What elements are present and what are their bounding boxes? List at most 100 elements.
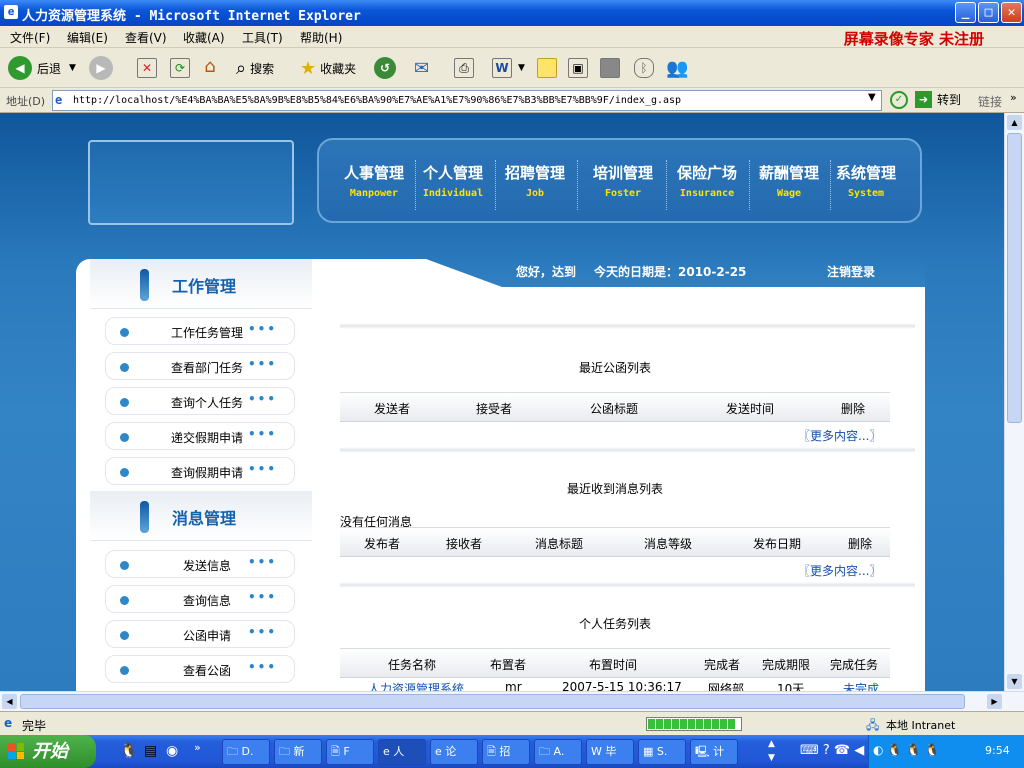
taskbar-button[interactable]: e 论 <box>430 739 478 765</box>
taskbar-button[interactable]: 🗀 新 <box>274 739 322 765</box>
address-dropdown-icon[interactable]: ▼ <box>868 92 876 103</box>
taskbar-button[interactable]: W 毕 <box>586 739 634 765</box>
nav-label: 系统管理 <box>835 164 896 182</box>
taskbar-button[interactable]: 🗀 A. <box>534 739 582 765</box>
back-label: 后退 <box>37 61 62 76</box>
scroll-up-icon[interactable]: ▲ <box>1007 115 1022 130</box>
favorites-button[interactable]: ★ 收藏夹 <box>300 56 356 80</box>
note-button[interactable] <box>537 56 557 80</box>
sidebar-item-personal-tasks[interactable]: 查询个人任务 ••• <box>105 387 295 415</box>
taskbar-button-active[interactable]: e 人 <box>378 739 426 765</box>
section-divider <box>340 323 915 329</box>
tray-icons-left[interactable]: ⌨ ? ☎ ◀ <box>800 743 864 758</box>
tray-icons[interactable]: ◐ 🐧 🐧 🐧 <box>873 743 940 757</box>
taskbar-button[interactable]: 🗀 D. <box>222 739 270 765</box>
tool-button-1[interactable]: ▣ <box>568 56 588 80</box>
history-button[interactable]: ↺ <box>374 56 396 80</box>
close-button[interactable]: ✕ <box>1001 2 1022 23</box>
home-icon: ⌂ <box>204 56 216 77</box>
progress-bar <box>646 717 742 731</box>
sidebar-section-messages: 消息管理 <box>90 491 312 541</box>
messenger-button[interactable]: 👥 <box>666 56 688 80</box>
nav-foster[interactable]: 培训管理 Foster <box>583 162 663 199</box>
clock[interactable]: 9:54 <box>985 744 1010 757</box>
sidebar-item-send-message[interactable]: 发送信息 ••• <box>105 550 295 578</box>
menu-favorites[interactable]: 收藏(A) <box>183 29 225 46</box>
taskbar-scroll-icon[interactable]: ▲ ▼ <box>768 737 775 765</box>
quicklaunch-app-icon[interactable]: ◉ <box>166 743 178 759</box>
chevron-right-icon[interactable]: » <box>1010 91 1017 104</box>
security-shield-icon[interactable]: ✓ <box>890 91 908 109</box>
task-name-link[interactable]: 人力资源管理系统 <box>368 680 464 691</box>
nav-manpower[interactable]: 人事管理 Manpower <box>334 162 414 199</box>
nav-wage[interactable]: 薪酬管理 Wage <box>749 162 829 199</box>
taskbar-button-label: 新 <box>293 745 305 758</box>
column-header: 删除 <box>841 402 866 416</box>
more-dots-icon: ••• <box>248 357 278 371</box>
ie-icon: e <box>435 745 446 758</box>
menu-view[interactable]: 查看(V) <box>125 29 167 46</box>
home-button[interactable]: ⌂ <box>200 56 220 80</box>
sidebar-item-dept-tasks[interactable]: 查看部门任务 ••• <box>105 352 295 380</box>
column-header: 接收者 <box>446 537 483 551</box>
nav-system[interactable]: 系统管理 System <box>826 162 906 199</box>
sidebar-item-query-message[interactable]: 查询信息 ••• <box>105 585 295 613</box>
mail-button[interactable]: ✉ <box>414 56 429 80</box>
app-icon: ▦ <box>643 745 657 758</box>
address-label: 地址(D) <box>6 95 46 108</box>
horizontal-scroll-thumb[interactable] <box>20 694 965 709</box>
address-url: http://localhost/%E4%BA%BA%E5%8A%9B%E8%B… <box>73 95 682 106</box>
bluetooth-button[interactable]: ᛒ <box>634 56 654 80</box>
taskbar-button-label: 毕 <box>605 745 617 758</box>
nav-individual[interactable]: 个人管理 Individual <box>413 162 493 199</box>
chevron-right-icon[interactable]: » <box>194 741 201 754</box>
horizontal-scrollbar[interactable]: ◀ ▶ <box>0 691 1024 711</box>
refresh-button[interactable]: ⟳ <box>170 56 190 80</box>
scroll-right-icon[interactable]: ▶ <box>987 694 1002 709</box>
stop-button[interactable]: ✕ <box>137 56 157 80</box>
quicklaunch-qq-icon[interactable]: 🐧 <box>120 743 137 759</box>
taskbar-button[interactable]: 🗎 F <box>326 739 374 765</box>
taskbar-button-label: 论 <box>445 745 457 758</box>
maximize-button[interactable]: □ <box>978 2 999 23</box>
back-button[interactable]: ◀ 后退 ▼ <box>8 56 76 80</box>
menu-file[interactable]: 文件(F) <box>10 29 50 46</box>
sidebar-item-letter-apply[interactable]: 公函申请 ••• <box>105 620 295 648</box>
vertical-scroll-thumb[interactable] <box>1007 133 1022 423</box>
edit-button[interactable]: W ▼ <box>492 56 525 80</box>
go-button[interactable]: ➜ 转到 <box>915 91 961 108</box>
logout-link[interactable]: 注销登录 <box>827 263 875 280</box>
taskbar-button[interactable]: 🗎 招 <box>482 739 530 765</box>
column-header: 完成期限 <box>762 658 811 672</box>
taskbar-button[interactable]: ▦ S. <box>638 739 686 765</box>
scroll-down-icon[interactable]: ▼ <box>1007 674 1022 689</box>
print-button[interactable]: ⎙ <box>454 56 474 80</box>
sidebar-item-work-tasks[interactable]: 工作任务管理 ••• <box>105 317 295 345</box>
search-button[interactable]: ⌕ 搜索 <box>236 56 274 80</box>
nav-insurance[interactable]: 保险广场 Insurance <box>667 162 747 199</box>
tool-button-2[interactable] <box>600 56 620 80</box>
folder-icon: 🗀 <box>539 745 554 758</box>
menu-help[interactable]: 帮助(H) <box>300 29 342 46</box>
links-label[interactable]: 链接 <box>978 93 1002 110</box>
nav-job[interactable]: 招聘管理 Job <box>495 162 575 199</box>
sidebar-item-label: 工作任务管理 <box>170 326 243 340</box>
taskbar-button[interactable]: 🖳 计 <box>690 739 738 765</box>
messages-more-link[interactable]: 〖更多内容...〗 <box>798 562 881 579</box>
address-input[interactable]: e http://localhost/%E4%BA%BA%E5%8A%9B%E8… <box>52 90 882 111</box>
letters-more-link[interactable]: 〖更多内容...〗 <box>798 427 881 444</box>
start-button[interactable]: 开始 <box>0 735 96 768</box>
task-status-link[interactable]: 未完成 <box>843 680 879 691</box>
forward-button[interactable]: ▶ <box>89 56 113 80</box>
sidebar-item-query-leave[interactable]: 查询假期申请 ••• <box>105 457 295 485</box>
quicklaunch-desktop-icon[interactable]: ▤ <box>144 743 157 759</box>
menu-edit[interactable]: 编辑(E) <box>67 29 108 46</box>
letters-table-header: 发送者 接受者 公函标题 发送时间 删除 <box>340 392 890 422</box>
scroll-left-icon[interactable]: ◀ <box>2 694 17 709</box>
vertical-scrollbar[interactable]: ▲ ▼ <box>1004 113 1024 691</box>
minimize-button[interactable]: _ <box>955 2 976 23</box>
menu-tools[interactable]: 工具(T) <box>242 29 283 46</box>
sidebar-item-submit-leave[interactable]: 递交假期申请 ••• <box>105 422 295 450</box>
greeting-bar: 您好，达到 今天的日期是：2010-2-25 注销登录 <box>312 259 925 287</box>
sidebar-item-view-letters[interactable]: 查看公函 ••• <box>105 655 295 683</box>
